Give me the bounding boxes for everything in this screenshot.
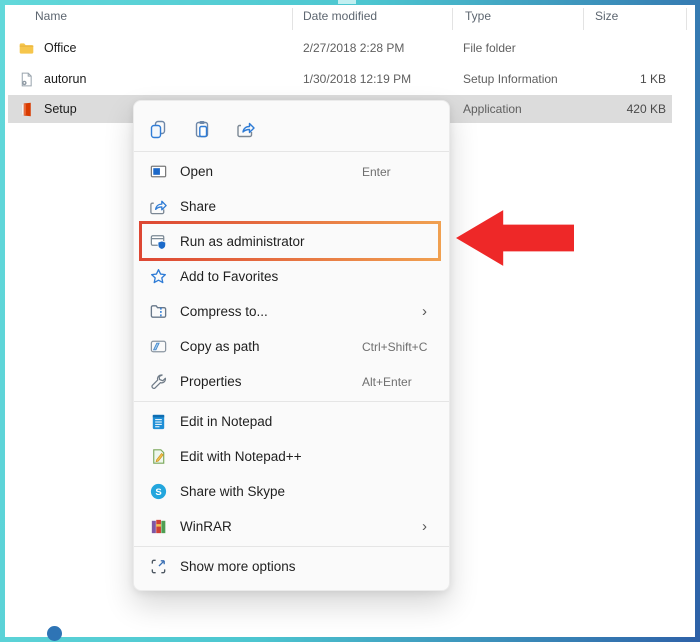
file-name: Setup [44, 102, 77, 116]
menu-separator [134, 151, 449, 152]
winrar-icon [148, 517, 168, 537]
file-row-office[interactable]: Office 2/27/2018 2:28 PM File folder [8, 33, 672, 63]
copy-path-icon [148, 337, 168, 357]
submenu-chevron-icon: › [422, 304, 427, 319]
file-date: 1/30/2018 12:19 PM [303, 72, 463, 86]
column-header-size[interactable]: Size [595, 9, 618, 23]
file-row-autorun[interactable]: autorun 1/30/2018 12:19 PM Setup Informa… [8, 64, 672, 94]
wrench-icon [148, 372, 168, 392]
share-icon[interactable] [236, 119, 256, 139]
context-menu: Open Enter Share Run as administrator Ad… [133, 100, 450, 591]
menu-item-label: WinRAR [180, 519, 433, 534]
menu-item-label: Show more options [180, 559, 433, 574]
column-divider [583, 8, 584, 30]
column-header-name[interactable]: Name [35, 9, 67, 23]
menu-item-label: Add to Favorites [180, 269, 433, 284]
menu-item-run-as-administrator[interactable]: Run as administrator [134, 224, 449, 259]
menu-item-add-to-favorites[interactable]: Add to Favorites [134, 259, 449, 294]
paste-icon[interactable] [192, 119, 212, 139]
menu-item-label: Run as administrator [180, 234, 433, 249]
selection-frame-notch [338, 0, 356, 4]
skype-icon: S [148, 482, 168, 502]
menu-item-label: Share with Skype [180, 484, 433, 499]
submenu-chevron-icon: › [422, 519, 427, 534]
column-header-type[interactable]: Type [465, 9, 491, 23]
menu-item-label: Share [180, 199, 433, 214]
office-setup-icon [18, 101, 35, 118]
notepadpp-icon [148, 447, 168, 467]
file-type: File folder [463, 41, 613, 55]
red-arrow-annotation [456, 209, 574, 267]
column-divider [292, 8, 293, 30]
menu-item-shortcut: Alt+Enter [362, 375, 412, 389]
setup-info-icon [18, 71, 35, 88]
file-type: Application [463, 102, 613, 116]
menu-item-copy-as-path[interactable]: Copy as path Ctrl+Shift+C [134, 329, 449, 364]
file-date: 2/27/2018 2:28 PM [303, 41, 463, 55]
selection-drag-handle[interactable] [47, 626, 62, 641]
menu-item-label: Edit in Notepad [180, 414, 433, 429]
share-icon [148, 197, 168, 217]
menu-item-shortcut: Ctrl+Shift+C [362, 340, 427, 354]
menu-item-shortcut: Enter [362, 165, 391, 179]
menu-item-label: Compress to... [180, 304, 433, 319]
menu-item-label: Open [180, 164, 433, 179]
star-icon [148, 267, 168, 287]
svg-text:S: S [155, 487, 161, 498]
menu-item-open[interactable]: Open Enter [134, 154, 449, 189]
column-divider [686, 8, 687, 30]
column-divider [452, 8, 453, 30]
menu-item-share-with-skype[interactable]: S Share with Skype [134, 474, 449, 509]
file-name: autorun [44, 72, 86, 86]
menu-separator [134, 401, 449, 402]
file-size: 420 KB [613, 102, 672, 116]
screenshot-stage: Name Date modified Type Size Office 2/27… [0, 0, 700, 642]
admin-shield-icon [148, 232, 168, 252]
notepad-icon [148, 412, 168, 432]
open-window-icon [148, 162, 168, 182]
file-type: Setup Information [463, 72, 613, 86]
menu-item-compress-to[interactable]: Compress to... › [134, 294, 449, 329]
menu-item-label: Edit with Notepad++ [180, 449, 433, 464]
folder-icon [18, 40, 35, 57]
copy-icon[interactable] [148, 119, 168, 139]
quick-actions-row [134, 109, 449, 149]
column-header-date-modified[interactable]: Date modified [303, 9, 377, 23]
menu-item-winrar[interactable]: WinRAR › [134, 509, 449, 544]
menu-item-show-more-options[interactable]: Show more options [134, 549, 449, 584]
file-name: Office [44, 41, 76, 55]
compress-folder-icon [148, 302, 168, 322]
menu-item-edit-in-notepad[interactable]: Edit in Notepad [134, 404, 449, 439]
menu-separator [134, 546, 449, 547]
show-more-icon [148, 557, 168, 577]
menu-item-share[interactable]: Share [134, 189, 449, 224]
menu-item-properties[interactable]: Properties Alt+Enter [134, 364, 449, 399]
file-size: 1 KB [613, 72, 672, 86]
menu-item-edit-with-notepadpp[interactable]: Edit with Notepad++ [134, 439, 449, 474]
